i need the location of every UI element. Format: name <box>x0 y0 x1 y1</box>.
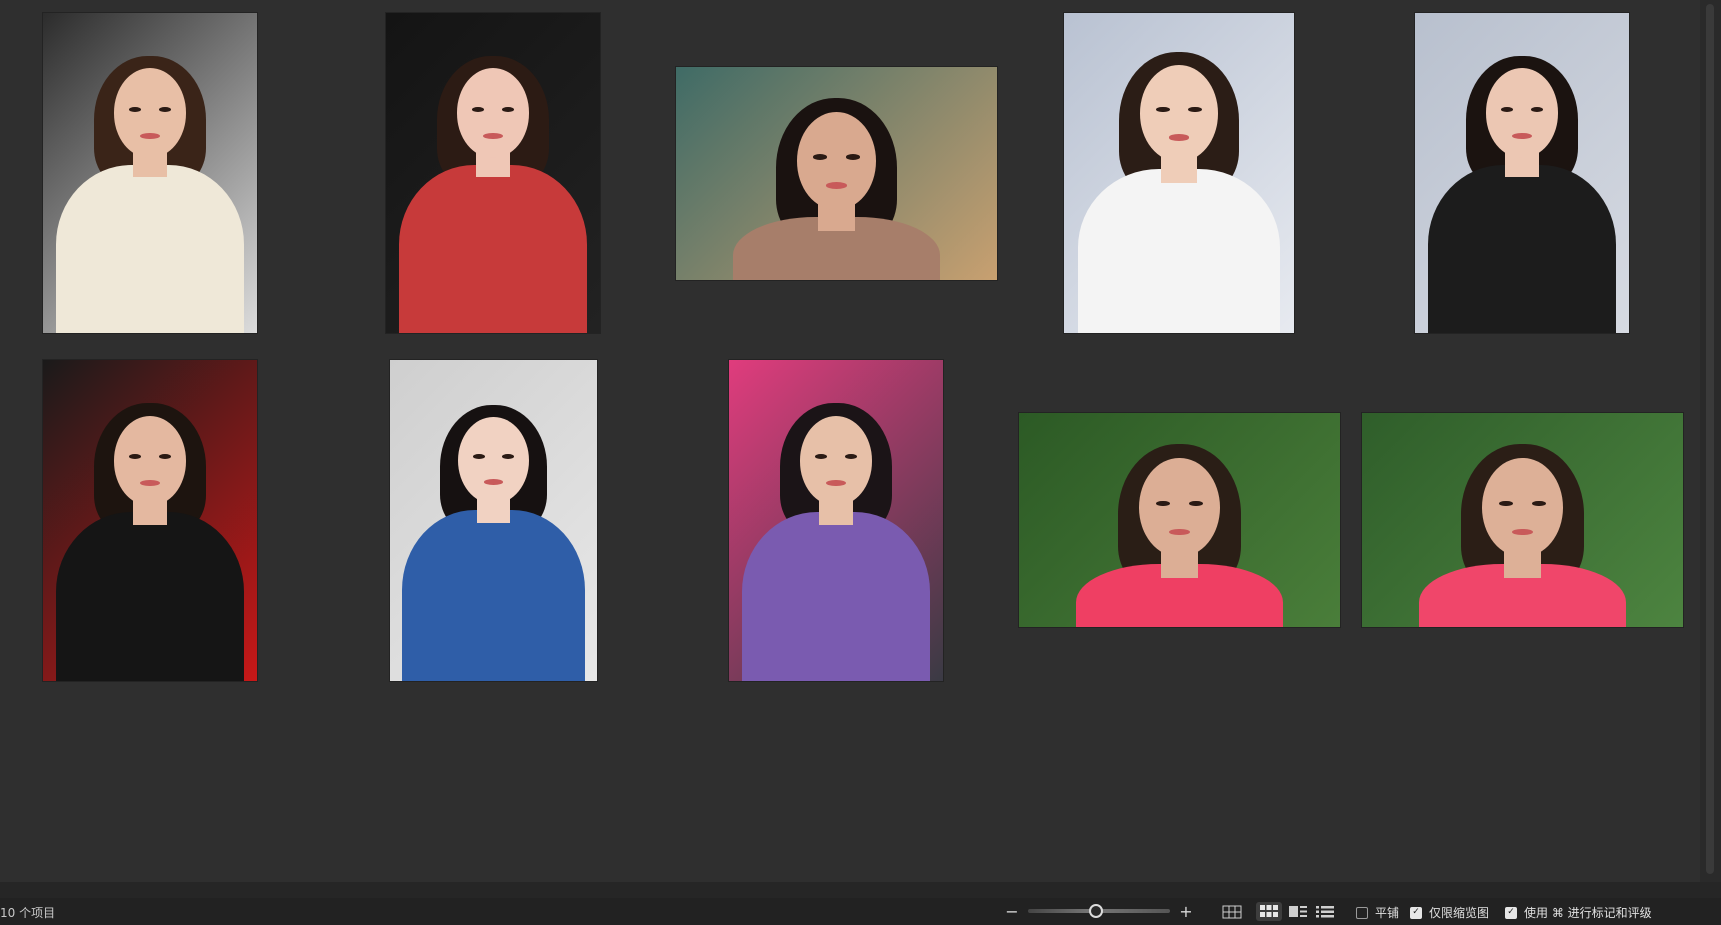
scrollbar-thumb[interactable] <box>1706 4 1714 874</box>
command-mark-rate-checkbox[interactable]: ✓ <box>1505 906 1517 919</box>
slider-knob[interactable] <box>1089 904 1103 918</box>
thumbnail-4[interactable] <box>1064 13 1294 333</box>
tile-checkbox[interactable] <box>1356 906 1368 919</box>
list-icon <box>1316 906 1334 918</box>
thumbnail-8[interactable] <box>729 360 943 681</box>
vertical-scrollbar[interactable] <box>1700 0 1721 882</box>
view-split-button[interactable] <box>1285 902 1311 921</box>
photo-eye <box>158 106 172 112</box>
thumbnail-7[interactable] <box>390 360 597 681</box>
photo-eye <box>845 154 860 160</box>
zoom-in-button[interactable]: + <box>1177 902 1195 921</box>
image-browser-window: 10 个项目 − + 平铺 ✓ 仅限缩览图 ✓ 使用 ⌘ 进行标记和评级 <box>0 0 1721 925</box>
photo-body <box>402 510 585 681</box>
status-separator <box>0 882 1721 898</box>
thumbnails-only-option[interactable]: ✓ 仅限缩览图 <box>1410 904 1489 921</box>
zoom-out-button[interactable]: − <box>1003 902 1021 921</box>
command-mark-rate-option[interactable]: ✓ 使用 ⌘ 进行标记和评级 <box>1505 904 1652 921</box>
thumbnail-10[interactable] <box>1362 413 1683 627</box>
photo-lips <box>826 479 846 486</box>
photo-face <box>796 111 877 211</box>
photo-face <box>1139 65 1219 162</box>
thumbnails-only-label: 仅限缩览图 <box>1429 906 1490 920</box>
status-bar: 10 个项目 − + 平铺 ✓ 仅限缩览图 ✓ 使用 ⌘ 进行标记和评级 <box>0 898 1721 925</box>
photo-face <box>799 415 873 506</box>
split-icon <box>1289 906 1307 917</box>
photo-eye <box>813 154 828 160</box>
photo-face <box>1482 458 1563 557</box>
tile-label: 平铺 <box>1375 906 1400 920</box>
photo-lips <box>1168 134 1190 141</box>
photo-lips <box>1512 132 1532 139</box>
view-grid-large-button[interactable] <box>1219 902 1245 921</box>
grid-large-icon <box>1222 905 1242 918</box>
photo-lips <box>484 479 503 485</box>
photo-eye <box>1156 106 1170 113</box>
photo-lips <box>140 479 160 486</box>
photo-body <box>1077 168 1281 333</box>
item-count-label: 10 个项目 <box>0 906 56 920</box>
photo-face <box>113 68 187 159</box>
photo-eye <box>1188 500 1204 507</box>
view-grid-small-button[interactable] <box>1256 902 1282 921</box>
thumbnail-5[interactable] <box>1415 13 1629 333</box>
photo-eye <box>501 106 515 112</box>
photo-lips <box>140 132 160 139</box>
photo-face <box>458 416 529 504</box>
photo-body <box>1427 164 1617 333</box>
photo-lips <box>483 132 503 139</box>
photo-eye <box>1498 500 1514 507</box>
thumbnail-grid[interactable] <box>0 0 1700 882</box>
photo-eye <box>1531 500 1547 507</box>
thumbnail-9[interactable] <box>1019 413 1340 627</box>
photo-lips <box>825 182 848 189</box>
tile-option[interactable]: 平铺 <box>1356 904 1399 921</box>
thumbnails-only-checkbox[interactable]: ✓ <box>1410 906 1422 919</box>
thumbnail-2[interactable] <box>386 13 600 333</box>
photo-face <box>456 68 530 159</box>
thumbnail-1[interactable] <box>43 13 257 333</box>
view-list-button[interactable] <box>1312 902 1338 921</box>
photo-body <box>741 511 931 681</box>
grid-small-icon <box>1260 905 1278 917</box>
thumbnail-6[interactable] <box>43 360 257 681</box>
photo-body <box>55 164 245 333</box>
thumbnail-size-slider[interactable] <box>1028 904 1170 918</box>
photo-face <box>1139 458 1220 557</box>
photo-face <box>113 415 187 506</box>
photo-face <box>1485 68 1559 159</box>
photo-eye <box>1530 106 1544 112</box>
photo-body <box>55 511 245 681</box>
photo-eye <box>1155 500 1171 507</box>
photo-body <box>398 164 588 333</box>
thumbnail-3[interactable] <box>676 67 997 280</box>
command-mark-rate-label: 使用 ⌘ 进行标记和评级 <box>1524 906 1652 920</box>
